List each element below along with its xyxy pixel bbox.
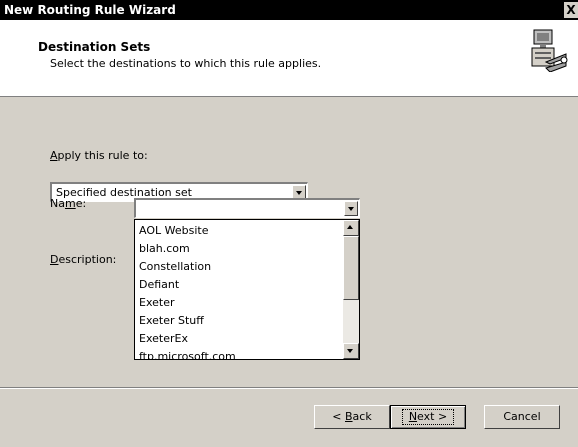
name-dropdown-button[interactable] (344, 201, 358, 216)
back-button-post: ack (352, 410, 372, 423)
back-button[interactable]: < Back (314, 405, 390, 429)
routing-computer-icon (526, 28, 570, 75)
apply-rule-label: Apply this rule to: (50, 149, 148, 162)
name-label: Name: (50, 197, 86, 210)
list-item[interactable]: ExeterEx (139, 330, 339, 348)
window-title: New Routing Rule Wizard (4, 3, 176, 17)
name-label-post: e: (75, 197, 87, 210)
dropdown-items: AOL Website blah.com Constellation Defia… (139, 222, 339, 359)
header-subtitle: Select the destinations to which this ru… (50, 57, 322, 70)
next-button-focus: Next > (401, 409, 455, 425)
cancel-button[interactable]: Cancel (484, 405, 560, 429)
name-label-pre: Na (50, 197, 65, 210)
back-button-mnemonic: B (345, 410, 353, 423)
scroll-thumb[interactable] (343, 236, 359, 300)
description-label: Description: (50, 253, 116, 266)
next-button-post: ext > (417, 410, 448, 423)
description-label-text: escription: (58, 253, 117, 266)
chevron-down-icon (347, 349, 353, 353)
chevron-up-icon (347, 225, 353, 229)
next-button-mnemonic: N (408, 410, 418, 423)
name-combo[interactable] (134, 198, 360, 218)
list-item[interactable]: Constellation (139, 258, 339, 276)
list-item[interactable]: Defiant (139, 276, 339, 294)
footer-separator (0, 387, 578, 389)
name-label-mnemonic: m (64, 197, 76, 210)
wizard-header: Destination Sets Select the destinations… (0, 20, 578, 97)
close-button[interactable]: X (564, 2, 578, 18)
name-dropdown-list[interactable]: AOL Website blah.com Constellation Defia… (134, 219, 360, 360)
header-title: Destination Sets (38, 40, 151, 54)
scroll-down-button[interactable] (343, 343, 359, 359)
list-item[interactable]: Exeter Stuff (139, 312, 339, 330)
list-item[interactable]: Exeter (139, 294, 339, 312)
next-button[interactable]: Next > (390, 405, 466, 429)
apply-rule-label-text: pply this rule to: (57, 149, 148, 162)
chevron-down-icon (348, 207, 354, 211)
chevron-down-icon (296, 191, 302, 195)
list-item[interactable]: ftp.microsoft.com (139, 348, 339, 359)
list-scrollbar[interactable] (343, 220, 359, 359)
scroll-up-button[interactable] (343, 220, 359, 236)
back-button-pre: < (332, 410, 345, 423)
list-item[interactable]: AOL Website (139, 222, 339, 240)
list-item[interactable]: blah.com (139, 240, 339, 258)
title-bar: New Routing Rule Wizard X (0, 0, 578, 20)
apply-rule-label-mnemonic: A (50, 149, 58, 162)
